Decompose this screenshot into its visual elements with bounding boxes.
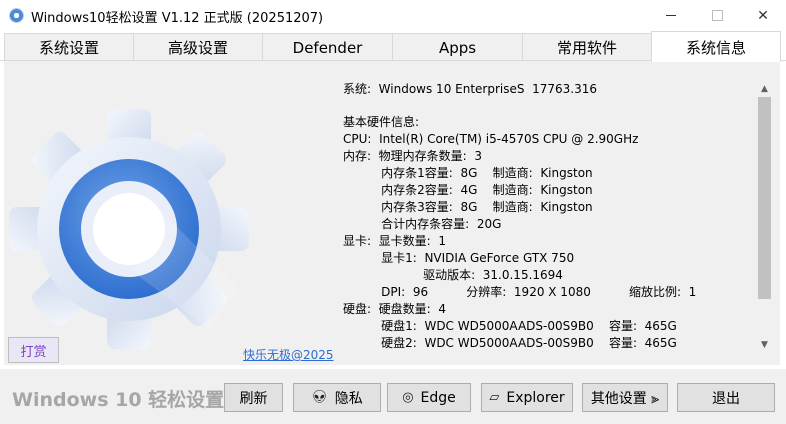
scroll-thumb[interactable]: [758, 97, 771, 299]
info-line-hardware-header: 基本硬件信息:: [343, 115, 420, 129]
tab-defender[interactable]: Defender: [262, 33, 393, 61]
info-line-disk-2: 硬盘2: WDC WD5000AADS-00S9B0 容量: 465G: [343, 336, 677, 350]
info-line-memory-3: 内存条3容量: 8G 制造商: Kingston: [343, 200, 593, 214]
tab-advanced-settings[interactable]: 高级设置: [133, 33, 263, 61]
system-info-text: 系统: Windows 10 EnterpriseS 17763.316 基本硬…: [343, 81, 753, 353]
tab-common-software[interactable]: 常用软件: [522, 33, 652, 61]
title-bar: Windows10轻松设置 V1.12 正式版 (20251207) ✕: [0, 0, 786, 31]
tab-system-info[interactable]: 系统信息: [651, 31, 781, 62]
info-line-gpu-1: 显卡1: NVIDIA GeForce GTX 750: [343, 251, 575, 265]
folder-icon: ▱: [489, 390, 500, 405]
exit-button[interactable]: 退出: [677, 383, 775, 412]
info-scrollbar[interactable]: ▲ ▼: [756, 80, 773, 353]
privacy-label: 隐私: [334, 390, 363, 407]
tab-apps[interactable]: Apps: [392, 33, 523, 61]
other-settings-label: 其他设置 ⫸: [590, 390, 660, 407]
info-line-driver: 驱动版本: 31.0.15.1694: [343, 268, 563, 282]
scroll-down-arrow-icon[interactable]: ▼: [756, 336, 773, 353]
donate-button[interactable]: 打赏: [8, 337, 59, 363]
scroll-up-arrow-icon[interactable]: ▲: [756, 80, 773, 97]
info-line-disk: 硬盘: 硬盘数量: 4: [343, 302, 446, 316]
info-line-display: DPI: 96 分辨率: 1920 X 1080 缩放比例: 1: [343, 285, 697, 299]
refresh-button[interactable]: 刷新: [224, 383, 283, 412]
window-title: Windows10轻松设置 V1.12 正式版 (20251207): [31, 11, 324, 26]
close-button[interactable]: ✕: [740, 0, 786, 31]
explorer-button[interactable]: ▱ Explorer: [481, 383, 573, 412]
info-line-os: 系统: Windows 10 EnterpriseS 17763.316: [343, 82, 598, 96]
copyright-link[interactable]: 快乐无极@2025: [243, 346, 334, 363]
info-line-memory-total: 合计内存条容量: 20G: [343, 217, 502, 231]
exit-label: 退出: [712, 390, 740, 407]
minimize-button[interactable]: [648, 0, 694, 31]
edge-label: Edge: [420, 389, 456, 406]
privacy-button[interactable]: 👽︎ 隐私: [293, 383, 381, 412]
tab-system-settings[interactable]: 系统设置: [4, 33, 134, 61]
info-line-gpu: 显卡: 显卡数量: 1: [343, 234, 446, 248]
maximize-button[interactable]: [694, 0, 740, 31]
tab-bar: 系统设置 高级设置 Defender Apps 常用软件 系统信息: [0, 31, 786, 62]
info-line-memory-2: 内存条2容量: 4G 制造商: Kingston: [343, 183, 593, 197]
gear-illustration-icon: [9, 109, 249, 349]
footer-brand: Windows 10 轻松设置: [12, 389, 225, 411]
info-line-memory: 内存: 物理内存条数量: 3: [343, 149, 482, 163]
alien-icon: 👽︎: [311, 390, 328, 405]
info-line-memory-1: 内存条1容量: 8G 制造商: Kingston: [343, 166, 593, 180]
app-gear-icon: [9, 8, 24, 23]
explorer-label: Explorer: [506, 389, 565, 406]
edge-icon: ◎: [402, 390, 414, 405]
other-settings-button[interactable]: 其他设置 ⫸: [582, 383, 668, 412]
info-line-disk-1: 硬盘1: WDC WD5000AADS-00S9B0 容量: 465G: [343, 319, 677, 333]
edge-button[interactable]: ◎ Edge: [387, 383, 471, 412]
refresh-label: 刷新: [239, 390, 268, 407]
info-line-cpu: CPU: Intel(R) Core(TM) i5-4570S CPU @ 2.…: [343, 132, 639, 146]
